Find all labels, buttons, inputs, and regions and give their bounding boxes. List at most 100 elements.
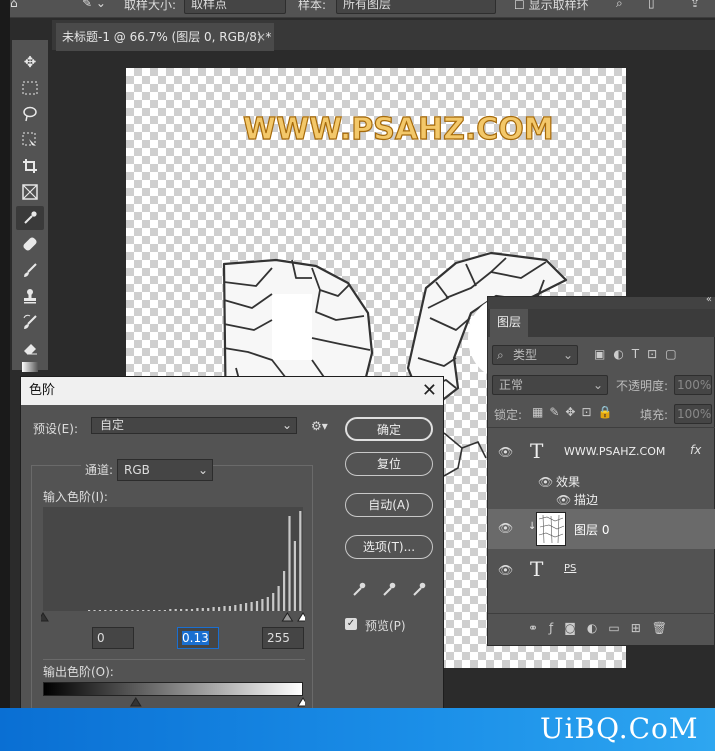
visibility-eye-icon[interactable]: 👁	[498, 564, 514, 576]
dialog-title: 色阶	[29, 383, 56, 398]
kind-filter-select[interactable]: ⌕ 类型 ⌄	[492, 345, 578, 365]
sample-size-select[interactable]: 取样点	[184, 0, 286, 14]
slider-handle[interactable]	[129, 697, 142, 707]
show-ring-checkbox[interactable]: ☐ 显示取样环	[514, 0, 589, 13]
layer-row-text-www[interactable]: 👁 T WWW.PSAHZ.COM fx	[488, 433, 715, 473]
eyedropper-icon[interactable]	[16, 206, 44, 230]
slider-handle[interactable]	[297, 612, 309, 622]
layer-row-text-ps[interactable]: 👁 T PS	[488, 551, 715, 591]
histogram-bar	[255, 601, 259, 611]
layer-name: WWW.PSAHZ.COM	[564, 445, 666, 458]
layers-footer-icons[interactable]: ⚭ƒ◙◐▭⊞🗑	[528, 621, 678, 635]
slider-handle[interactable]	[297, 697, 309, 707]
document-tab[interactable]: 未标题-1 @ 66.7% (图层 0, RGB/8) * ×	[56, 23, 274, 51]
dialog-titlebar: 色阶 ✕	[21, 377, 443, 405]
histogram-bar	[272, 593, 275, 611]
workspace-icon[interactable]: ▯	[648, 0, 655, 10]
chevron-down-icon: ⌄	[562, 348, 573, 362]
crop-icon[interactable]	[16, 154, 44, 178]
chevron-down-icon: ⌄	[281, 418, 292, 432]
input-slider-track[interactable]	[37, 611, 309, 625]
layer-name: PS	[564, 563, 577, 574]
sample-size-label: 取样大小:	[124, 0, 177, 12]
visibility-eye-icon[interactable]: 👁	[538, 476, 554, 488]
histogram-bar	[250, 602, 253, 611]
eraser-icon[interactable]	[16, 336, 44, 360]
frame-icon[interactable]	[16, 180, 44, 204]
channel-select[interactable]: RGB ⌄	[117, 459, 213, 481]
chevron-down-icon: ⌄	[197, 463, 208, 477]
preset-label: 预设(E):	[33, 422, 78, 436]
fill-input[interactable]: 100%	[674, 404, 712, 424]
preview-label: 预览(P)	[365, 619, 406, 633]
object-select-icon[interactable]	[16, 128, 44, 152]
fx-icon[interactable]: fx	[690, 443, 701, 457]
search-icon[interactable]: ⌕	[616, 0, 623, 11]
text-layer-icon: T	[530, 439, 544, 463]
opacity-input[interactable]: 100%	[674, 375, 712, 395]
layer-name: 图层 0	[574, 523, 610, 537]
close-icon[interactable]: ✕	[422, 377, 437, 405]
slider-handle[interactable]	[281, 612, 294, 622]
preset-select[interactable]: 自定 ⌄	[91, 417, 297, 434]
history-brush-icon[interactable]	[16, 310, 44, 334]
white-eyedropper-icon	[413, 587, 422, 596]
text-layer-icon: T	[530, 557, 544, 581]
eyedropper-option-icon[interactable]: ✎ ⌄	[82, 0, 106, 10]
slider-handle[interactable]	[37, 612, 49, 622]
lock-icons[interactable]: ▦✎✥⊡🔒	[532, 405, 618, 419]
blend-mode-value: 正常	[499, 378, 524, 392]
options-bar: ⌂ ✎ ⌄ 取样大小: 取样点 样本: 所有图层 ☐ 显示取样环 ⌕ ▯ ⇪	[0, 0, 715, 18]
gradient-icon[interactable]	[16, 362, 44, 372]
layer-effect-stroke-row[interactable]: 👁 描边	[488, 491, 715, 509]
collapse-panel-icon[interactable]: «	[706, 294, 712, 305]
marquee-icon[interactable]	[16, 76, 44, 100]
gray-eyedropper-icon	[383, 587, 392, 596]
healing-icon[interactable]	[16, 232, 44, 256]
show-ring-label: 显示取样环	[528, 0, 589, 12]
sample-label: 样本:	[298, 0, 327, 12]
tab-layers[interactable]: 图层	[490, 309, 528, 337]
visibility-eye-icon[interactable]: 👁	[556, 494, 572, 506]
lock-label: 锁定:	[494, 408, 523, 422]
move-icon[interactable]: ✥	[16, 50, 44, 74]
visibility-eye-icon[interactable]: 👁	[498, 522, 514, 534]
layer-effects-row[interactable]: 👁 效果	[488, 473, 715, 491]
tools-panel: ✥	[12, 40, 48, 372]
stamp-icon[interactable]	[16, 284, 44, 308]
histogram-bar	[299, 511, 302, 611]
filter-icons[interactable]: ▣◐T⊡▢	[594, 347, 685, 361]
reset-button[interactable]: 复位	[345, 452, 433, 476]
lasso-icon[interactable]	[16, 102, 44, 126]
share-icon[interactable]: ⇪	[690, 0, 700, 10]
histogram-bar	[283, 571, 286, 611]
effects-label: 效果	[556, 475, 581, 489]
output-levels-label: 输出色阶(O):	[43, 665, 114, 679]
histogram-bar	[288, 516, 291, 611]
input-white-field[interactable]: 255	[262, 627, 304, 649]
options-button[interactable]: 选项(T)...	[345, 535, 433, 559]
histogram-bar	[245, 603, 248, 611]
input-gamma-field[interactable]: 0.13	[177, 627, 219, 649]
blend-mode-select[interactable]: 正常 ⌄	[492, 375, 608, 395]
kind-filter-value: 类型	[513, 348, 538, 362]
histogram-chart	[88, 511, 302, 611]
input-black-field[interactable]: 0	[92, 627, 134, 649]
window-edge	[0, 0, 10, 751]
histogram-bar	[239, 604, 242, 611]
histogram-bar	[266, 597, 269, 611]
close-tab-icon[interactable]: ×	[256, 23, 266, 51]
chevron-down-icon: ⌄	[592, 378, 603, 392]
brush-icon[interactable]	[16, 258, 44, 282]
sample-select[interactable]: 所有图层	[336, 0, 496, 14]
layer-row-layer0[interactable]: 👁 ↓ 图层 0	[488, 509, 715, 549]
opacity-label: 不透明度:	[616, 379, 669, 393]
stroke-effect-label: 描边	[574, 493, 599, 507]
auto-button[interactable]: 自动(A)	[345, 493, 433, 517]
site-watermark: UiBQ.CoM	[540, 712, 710, 746]
ok-button[interactable]: 确定	[345, 417, 433, 441]
preview-checkbox[interactable]: ✓	[345, 618, 357, 630]
visibility-eye-icon[interactable]: 👁	[498, 446, 514, 458]
home-icon[interactable]: ⌂	[10, 0, 18, 10]
preset-gear-icon[interactable]: ⚙▾	[311, 419, 328, 433]
